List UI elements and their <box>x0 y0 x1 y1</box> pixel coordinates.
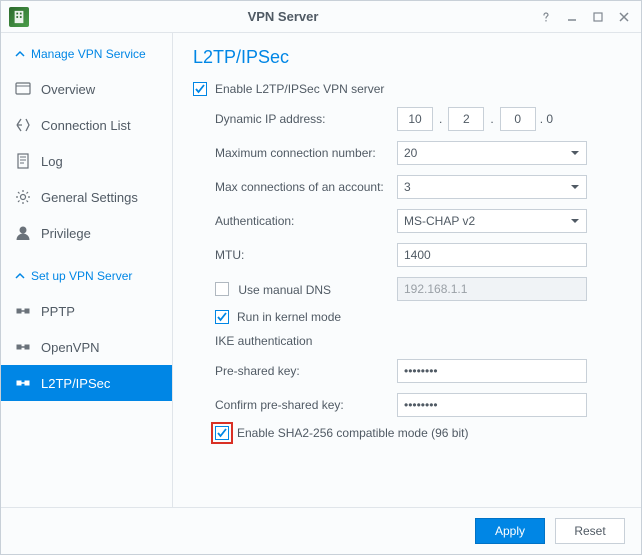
sidebar-item-privilege[interactable]: Privilege <box>1 215 172 251</box>
openvpn-icon <box>15 339 31 355</box>
chevron-down-icon <box>570 182 580 192</box>
sha2-label: Enable SHA2-256 compatible mode (96 bit) <box>237 426 468 440</box>
max-conn-label: Maximum connection number: <box>215 146 397 160</box>
app-icon <box>9 7 29 27</box>
mtu-input[interactable] <box>397 243 587 267</box>
sidebar: Manage VPN Service Overview Connection L… <box>1 33 173 507</box>
enable-label: Enable L2TP/IPSec VPN server <box>215 82 384 96</box>
sidebar-item-openvpn[interactable]: OpenVPN <box>1 329 172 365</box>
psk-label: Pre-shared key: <box>215 364 397 378</box>
sidebar-section-setup: Set up VPN Server PPTP OpenVPN L2TP/IPSe… <box>1 255 172 405</box>
enable-row: Enable L2TP/IPSec VPN server <box>193 82 621 96</box>
maximize-icon[interactable] <box>589 8 607 26</box>
row-manual-dns: Use manual DNS <box>215 276 621 302</box>
psk-input[interactable] <box>397 359 587 383</box>
manual-dns-input <box>397 277 587 301</box>
max-conn-select[interactable]: 20 <box>397 141 587 165</box>
sidebar-item-label: L2TP/IPSec <box>41 376 110 391</box>
ip-octet-1[interactable] <box>397 107 433 131</box>
auth-label: Authentication: <box>215 214 397 228</box>
window-controls <box>537 8 633 26</box>
l2tp-icon <box>15 375 31 391</box>
manual-dns-label: Use manual DNS <box>238 282 331 296</box>
dynamic-ip-control: . . . 0 <box>397 107 553 131</box>
page-title: L2TP/IPSec <box>193 47 621 68</box>
max-acct-select[interactable]: 3 <box>397 175 587 199</box>
row-psk: Pre-shared key: <box>215 358 621 384</box>
chevron-up-icon <box>15 49 25 59</box>
footer: Apply Reset <box>1 507 641 554</box>
log-icon <box>15 153 31 169</box>
dynamic-ip-label: Dynamic IP address: <box>215 112 397 126</box>
sidebar-item-label: Privilege <box>41 226 91 241</box>
row-dynamic-ip: Dynamic IP address: . . . 0 <box>215 106 621 132</box>
auth-select[interactable]: MS-CHAP v2 <box>397 209 587 233</box>
sidebar-header-setup[interactable]: Set up VPN Server <box>1 259 172 293</box>
pptp-icon <box>15 303 31 319</box>
kernel-checkbox[interactable] <box>215 310 229 324</box>
sidebar-header-manage[interactable]: Manage VPN Service <box>1 37 172 71</box>
help-icon[interactable] <box>537 8 555 26</box>
content-panel: L2TP/IPSec Enable L2TP/IPSec VPN server … <box>173 33 641 507</box>
sidebar-item-label: OpenVPN <box>41 340 100 355</box>
sha2-checkbox[interactable] <box>215 426 229 440</box>
connection-icon <box>15 117 31 133</box>
minimize-icon[interactable] <box>563 8 581 26</box>
main-area: Manage VPN Service Overview Connection L… <box>1 33 641 507</box>
psk2-label: Confirm pre-shared key: <box>215 398 397 412</box>
sidebar-item-label: General Settings <box>41 190 138 205</box>
sidebar-item-label: Overview <box>41 82 95 97</box>
sidebar-item-log[interactable]: Log <box>1 143 172 179</box>
apply-button[interactable]: Apply <box>475 518 545 544</box>
row-sha2: Enable SHA2-256 compatible mode (96 bit) <box>215 426 621 440</box>
sidebar-item-label: Connection List <box>41 118 131 133</box>
manual-dns-wrap: Use manual DNS <box>215 282 397 297</box>
sidebar-item-label: PPTP <box>41 304 75 319</box>
max-acct-value: 3 <box>404 180 411 194</box>
sidebar-item-general-settings[interactable]: General Settings <box>1 179 172 215</box>
form-rows: Dynamic IP address: . . . 0 Maximum conn… <box>193 106 621 450</box>
close-icon[interactable] <box>615 8 633 26</box>
chevron-up-icon <box>15 271 25 281</box>
ip-octet-3[interactable] <box>500 107 536 131</box>
max-acct-label: Max connections of an account: <box>215 180 397 194</box>
sidebar-item-connection-list[interactable]: Connection List <box>1 107 172 143</box>
sidebar-item-label: Log <box>41 154 63 169</box>
app-window: VPN Server Manage VPN Service Overview <box>0 0 642 555</box>
row-psk2: Confirm pre-shared key: <box>215 392 621 418</box>
sidebar-header-label: Manage VPN Service <box>31 47 146 61</box>
psk2-input[interactable] <box>397 393 587 417</box>
auth-value: MS-CHAP v2 <box>404 214 475 228</box>
row-max-conn: Maximum connection number: 20 <box>215 140 621 166</box>
overview-icon <box>15 81 31 97</box>
row-mtu: MTU: <box>215 242 621 268</box>
gear-icon <box>15 189 31 205</box>
row-auth: Authentication: MS-CHAP v2 <box>215 208 621 234</box>
window-title: VPN Server <box>29 9 537 24</box>
row-kernel: Run in kernel mode <box>215 310 621 324</box>
chevron-down-icon <box>570 216 580 226</box>
ike-heading: IKE authentication <box>215 334 621 348</box>
reset-button[interactable]: Reset <box>555 518 625 544</box>
sidebar-item-overview[interactable]: Overview <box>1 71 172 107</box>
row-max-acct: Max connections of an account: 3 <box>215 174 621 200</box>
mtu-label: MTU: <box>215 248 397 262</box>
sidebar-item-pptp[interactable]: PPTP <box>1 293 172 329</box>
dot-sep: . <box>488 112 495 126</box>
sidebar-item-l2tp[interactable]: L2TP/IPSec <box>1 365 172 401</box>
max-conn-value: 20 <box>404 146 417 160</box>
manual-dns-checkbox[interactable] <box>215 282 229 296</box>
enable-checkbox[interactable] <box>193 82 207 96</box>
dot-sep: . <box>437 112 444 126</box>
chevron-down-icon <box>570 148 580 158</box>
sidebar-header-label: Set up VPN Server <box>31 269 132 283</box>
titlebar: VPN Server <box>1 1 641 33</box>
sidebar-section-manage: Manage VPN Service Overview Connection L… <box>1 33 172 255</box>
ip-suffix: . 0 <box>540 112 553 126</box>
kernel-label: Run in kernel mode <box>237 310 341 324</box>
user-icon <box>15 225 31 241</box>
ip-octet-2[interactable] <box>448 107 484 131</box>
